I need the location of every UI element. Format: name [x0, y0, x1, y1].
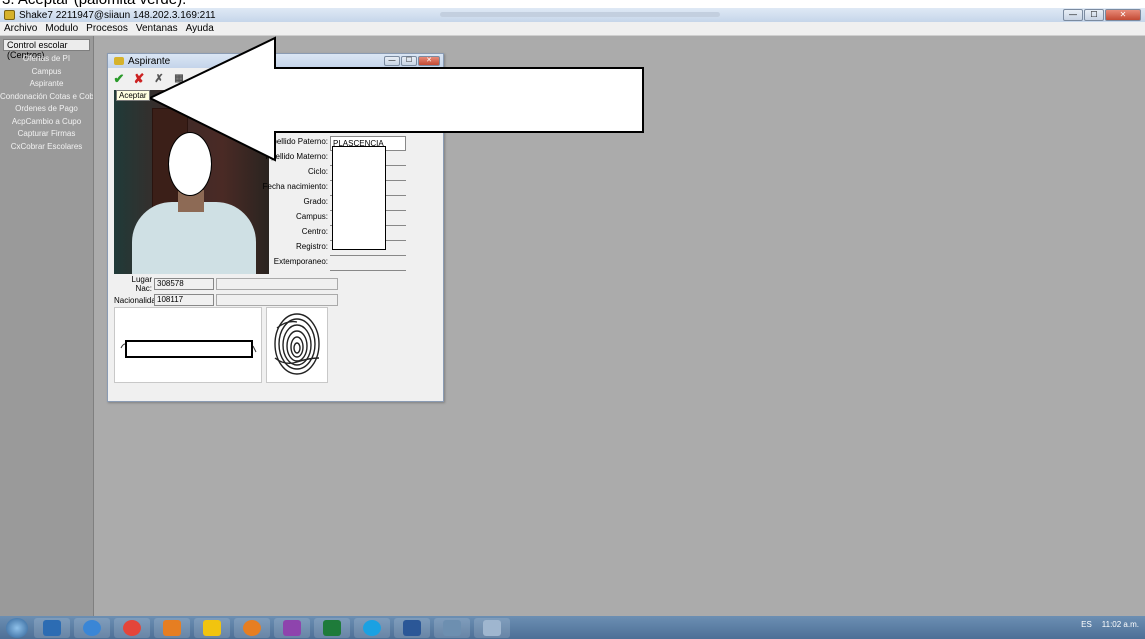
- lugar-nac-field[interactable]: 308578: [154, 278, 214, 290]
- misc-app-icon[interactable]: [474, 617, 510, 638]
- fingerprint-icon: [266, 307, 328, 383]
- extemporaneo-field[interactable]: [330, 256, 406, 271]
- system-tray: ES 11:02 a.m.: [1081, 620, 1139, 629]
- aspirante-minimize-button[interactable]: —: [384, 56, 400, 66]
- start-button[interactable]: [6, 617, 28, 638]
- sidebar-item-condonacion[interactable]: Condonación Cotas e Cobros: [0, 91, 93, 104]
- language-indicator[interactable]: ES: [1081, 620, 1092, 629]
- face-redaction: [168, 132, 212, 196]
- delete-icon[interactable]: ✗: [152, 72, 166, 86]
- remote-desktop-icon[interactable]: [434, 617, 470, 638]
- label-campus: Campus:: [295, 212, 328, 221]
- sidebar-header[interactable]: Control escolar (Centros): [3, 39, 90, 60]
- app-titlebar: Shake7 2211947@siiaun 148.202.3.169:211 …: [0, 8, 1145, 22]
- signature-redaction: [125, 340, 253, 358]
- maximize-button[interactable]: ☐: [1084, 9, 1104, 21]
- aspirante-title: Aspirante: [128, 55, 171, 67]
- media-player-icon[interactable]: [154, 617, 190, 638]
- menu-procesos[interactable]: Procesos: [86, 22, 128, 35]
- sidebar-item-aspirante[interactable]: Aspirante: [0, 78, 93, 91]
- label-extemporaneo: Extemporaneo:: [273, 257, 328, 266]
- aspirante-window: Aspirante — ☐ ✕ ✔ ✘ ✗ ▦ Aceptar Apellido…: [107, 53, 444, 402]
- nacionalidad-label: Nacionalidad:: [114, 295, 163, 305]
- label-ciclo: Ciclo:: [307, 167, 328, 176]
- birthplace-fields: Lugar Nac: 308578 Nacionalidad: 108117: [114, 275, 338, 309]
- sidebar-item-capturar-firmas[interactable]: Capturar Firmas: [0, 128, 93, 141]
- sidebar: Control escolar (Centros) Ofertas de PI …: [0, 36, 94, 616]
- app-icon: [4, 10, 15, 20]
- accept-check-icon[interactable]: ✔: [112, 72, 126, 86]
- aceptar-tooltip: Aceptar: [116, 90, 150, 101]
- internet-explorer-icon[interactable]: [74, 617, 110, 638]
- app-title: Shake7 2211947@siiaun 148.202.3.169:211: [19, 9, 216, 21]
- applicant-photo: [114, 90, 269, 274]
- label-apellido-materno: Apellido Materno:: [265, 152, 328, 161]
- aspirante-toolbar: ✔ ✘ ✗ ▦: [112, 71, 186, 87]
- word-icon[interactable]: [394, 617, 430, 638]
- menu-modulo[interactable]: Modulo: [45, 22, 78, 35]
- menu-archivo[interactable]: Archivo: [4, 22, 37, 35]
- aspirante-window-controls: — ☐ ✕: [384, 56, 440, 66]
- window-controls: — ☐ ✕: [1063, 9, 1141, 21]
- outlook-icon[interactable]: [34, 617, 70, 638]
- app-s2-icon[interactable]: [274, 617, 310, 638]
- aspirante-icon: [114, 57, 124, 65]
- taskbar: ES 11:02 a.m.: [0, 616, 1145, 639]
- skype-icon[interactable]: [354, 617, 390, 638]
- chrome-icon[interactable]: [114, 617, 150, 638]
- sidebar-item-acpcambio[interactable]: AcpCambio a Cupo: [0, 116, 93, 129]
- lugar-nac-label: Lugar Nac:: [131, 275, 152, 293]
- label-registro: Registro:: [295, 242, 328, 251]
- document-caption: 3. Aceptar (palomita verde).: [0, 0, 1145, 8]
- signature-box: [114, 307, 262, 383]
- sidebar-item-ordenes[interactable]: Ordenes de Pago: [0, 103, 93, 116]
- nacionalidad-description: [216, 294, 338, 306]
- firefox-icon[interactable]: [234, 617, 270, 638]
- clock[interactable]: 11:02 a.m.: [1102, 620, 1139, 629]
- menu-ayuda[interactable]: Ayuda: [186, 22, 214, 35]
- minimize-button[interactable]: —: [1063, 9, 1083, 21]
- close-button[interactable]: ✕: [1105, 9, 1141, 21]
- photo-shirt: [132, 202, 256, 274]
- file-explorer-icon[interactable]: [194, 617, 230, 638]
- blurred-title: [440, 12, 720, 17]
- sidebar-item-cxcobrar[interactable]: CxCobrar Escolares: [0, 141, 93, 154]
- menu-bar: Archivo Modulo Procesos Ventanas Ayuda: [0, 22, 1145, 36]
- lugar-nac-description: [216, 278, 338, 290]
- label-grado: Grado:: [303, 197, 328, 206]
- aspirante-close-button[interactable]: ✕: [418, 56, 440, 66]
- grid-icon[interactable]: ▦: [172, 72, 186, 86]
- label-fecha-nacimiento: Fecha nacimiento:: [262, 182, 328, 191]
- cancel-x-icon[interactable]: ✘: [132, 72, 146, 86]
- nacionalidad-field[interactable]: 108117: [154, 294, 214, 306]
- aspirante-maximize-button[interactable]: ☐: [401, 56, 417, 66]
- menu-ventanas[interactable]: Ventanas: [136, 22, 178, 35]
- label-apellido-paterno: Apellido Paterno:: [267, 137, 328, 146]
- sidebar-item-campus[interactable]: Campus: [0, 66, 93, 79]
- field-labels: Apellido Paterno: Apellido Materno: Cicl…: [263, 134, 328, 269]
- label-centro: Centro:: [301, 227, 328, 236]
- values-redaction: [332, 146, 386, 250]
- excel-icon[interactable]: [314, 617, 350, 638]
